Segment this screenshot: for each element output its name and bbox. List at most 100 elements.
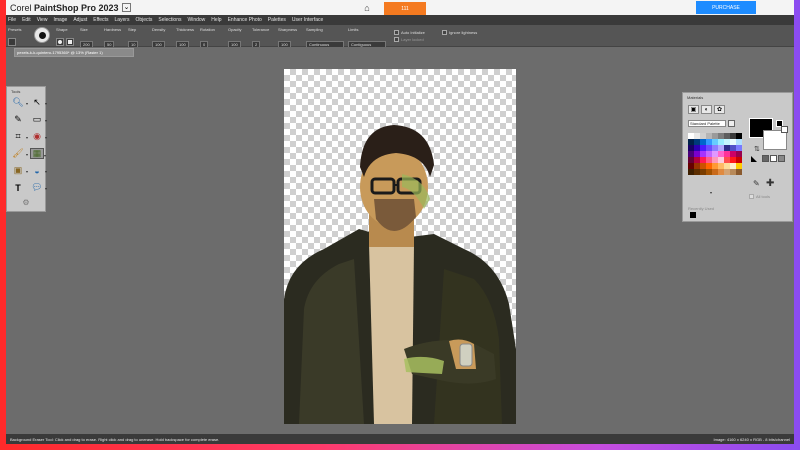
menu-effects[interactable]: Effects (93, 17, 108, 23)
rainbow-tab-icon[interactable]: ◐ (701, 105, 712, 114)
tolerance-label: Tolerance (252, 27, 270, 32)
recent-color-swatch[interactable] (690, 212, 696, 218)
picture-tube-tool-button[interactable]: ▣ ▾ (11, 165, 28, 176)
recently-used-label: Recently Used (688, 206, 715, 211)
sharpness-label: Sharpness (278, 27, 298, 32)
limits-label: Limits (348, 27, 359, 32)
mini-swatch-icon[interactable] (781, 126, 788, 133)
add-swatch-icon[interactable]: ✚ (766, 178, 774, 189)
chevron-down-icon: ▾ (43, 153, 46, 158)
menu-objects[interactable]: Objects (135, 17, 152, 23)
home-button[interactable]: ⌂ (356, 2, 378, 13)
chevron-down-icon: ▾ (44, 101, 47, 106)
crop-tool-button[interactable]: ⌗ ▾ (11, 131, 28, 142)
chevron-down-icon: ▾ (44, 186, 47, 191)
transparent-toggle-icon[interactable] (751, 156, 757, 162)
color-style-icon[interactable] (762, 155, 769, 162)
all-tools-checkbox[interactable]: All tools (749, 194, 770, 199)
more-tools-icon[interactable]: ⚙ (7, 198, 45, 207)
menu-selections[interactable]: Selections (158, 17, 181, 23)
materials-tabs: ▣ ◐ ✿ (688, 105, 725, 114)
palette-menu-icon[interactable] (728, 120, 735, 127)
shape-label: Shape (56, 27, 68, 32)
menu-layers[interactable]: Layers (114, 17, 129, 23)
background-eraser-tool-button[interactable]: ▦ ▾ (30, 148, 46, 159)
chevron-down-icon: ▾ (25, 135, 28, 140)
gradient-style-icon[interactable] (770, 155, 777, 162)
purchase-button[interactable]: PURCHASE (696, 1, 756, 14)
menu-user-interface[interactable]: User Interface (292, 17, 323, 23)
menu-file[interactable]: File (8, 17, 16, 23)
menu-enhance-photo[interactable]: Enhance Photo (228, 17, 262, 23)
image-canvas[interactable] (284, 69, 516, 424)
tool-options-bar: Presets Shape Size 200 Hardness 50 Step … (6, 25, 794, 48)
rotation-label: Rotation (200, 27, 215, 32)
swap-colors-icon[interactable]: ⇅ (754, 145, 760, 153)
ignore-lightness-checkbox[interactable]: Ignore lightness (442, 29, 477, 36)
menu-palettes[interactable]: Palettes (268, 17, 286, 23)
sampling-label: Sampling (306, 27, 323, 32)
menu-help[interactable]: Help (211, 17, 221, 23)
chevron-down-icon[interactable]: ▾ (710, 190, 712, 195)
size-label: Size (80, 27, 88, 32)
shape-tool-button[interactable]: 💬︎ ▾ (30, 182, 47, 193)
rectangle-select-icon: ▭ (32, 114, 42, 124)
chevron-down-icon: ▾ (25, 101, 28, 106)
paint-bucket-icon: ◒ (34, 165, 40, 176)
frame-tab-icon[interactable]: ▣ (688, 105, 699, 114)
document-tab-bar: pexels-k-k-quintero-1795360* @ 13% (Rast… (6, 47, 794, 57)
fill-tool-button[interactable]: ◒ ▾ (30, 165, 47, 176)
selection-tool-button[interactable]: ▭ ▾ (30, 114, 47, 125)
auto-initialize-checkbox[interactable]: Auto Initialize (394, 29, 425, 36)
speech-bubble-icon: 💬︎ (31, 182, 43, 192)
brush-tip-preview[interactable] (34, 27, 50, 43)
swatches-tab-icon[interactable]: ✿ (714, 105, 725, 114)
red-eye-tool-button[interactable]: ◉ ▾ (30, 131, 47, 142)
menu-adjust[interactable]: Adjust (73, 17, 87, 23)
color-swatch[interactable] (736, 169, 742, 175)
pattern-style-icon[interactable] (778, 155, 785, 162)
background-color-swatch[interactable] (763, 130, 787, 150)
auto-group: Auto Initialize Layer locked (394, 29, 425, 43)
presets-icon[interactable] (8, 37, 16, 46)
title-menu-caret-icon[interactable]: ⌄ (121, 3, 132, 12)
step-label: Step (128, 27, 137, 32)
auto-initialize-label: Auto Initialize (401, 30, 425, 35)
thickness-label: Thickness (176, 27, 195, 32)
text-icon: T (15, 182, 21, 193)
title-bar: Corel PaintShop Pro 2023 ⌄ ⌂ 111 PURCHAS… (6, 0, 794, 15)
menu-view[interactable]: View (37, 17, 48, 23)
menu-bar: File Edit View Image Adjust Effects Laye… (6, 15, 794, 25)
hardness-label: Hardness (104, 27, 122, 32)
eyedropper-icon[interactable]: ✎ (753, 179, 760, 188)
app-window: Corel PaintShop Pro 2023 ⌄ ⌂ 111 PURCHAS… (6, 0, 794, 444)
ignore-lightness-box[interactable] (442, 30, 447, 35)
palette-select[interactable]: Standard Palette (688, 120, 726, 127)
status-bar: Background Eraser Tool: Click and drag t… (6, 434, 794, 444)
pick-tool-button[interactable]: ↖ ▾ (30, 97, 47, 108)
brush-icon: 🖌︎ (12, 148, 24, 158)
home-icon: ⌂ (364, 2, 370, 13)
materials-title: Materials (687, 95, 704, 100)
auto-initialize-box[interactable] (394, 30, 399, 35)
tools-palette: Tools 🔍︎ ▾ ↖ ▾ ✎ ▭ ▾ ⌗ ▾ ◉ ▾ 🖌︎ ▾ ▦ ▾ ▣ ▾ ◒ ▾ T 💬… (6, 86, 47, 212)
square-shape-icon[interactable] (66, 38, 74, 46)
opacity-label: Opacity (228, 27, 242, 32)
text-tool-button[interactable]: T (11, 182, 25, 193)
pointer-icon: ↖ (33, 97, 41, 107)
menu-edit[interactable]: Edit (22, 17, 31, 23)
round-shape-icon[interactable] (56, 38, 64, 46)
eye-icon: ◉ (33, 131, 41, 141)
document-tab[interactable]: pexels-k-k-quintero-1795360* @ 13% (Rast… (14, 48, 134, 57)
paint-brush-tool-button[interactable]: 🖌︎ ▾ (11, 148, 28, 159)
app-title: Corel PaintShop Pro 2023 (6, 3, 119, 13)
menu-image[interactable]: Image (53, 17, 67, 23)
all-tools-box[interactable] (749, 194, 754, 199)
crop-icon: ⌗ (15, 131, 21, 141)
menu-window[interactable]: Window (188, 17, 206, 23)
picture-tube-icon: ▣ (13, 165, 23, 175)
center-orange-button[interactable]: 111 (384, 2, 426, 15)
dropper-tool-button[interactable]: ✎ (11, 114, 25, 125)
zoom-tool-button[interactable]: 🔍︎ ▾ (11, 97, 28, 108)
color-swatch-grid[interactable] (688, 133, 742, 189)
